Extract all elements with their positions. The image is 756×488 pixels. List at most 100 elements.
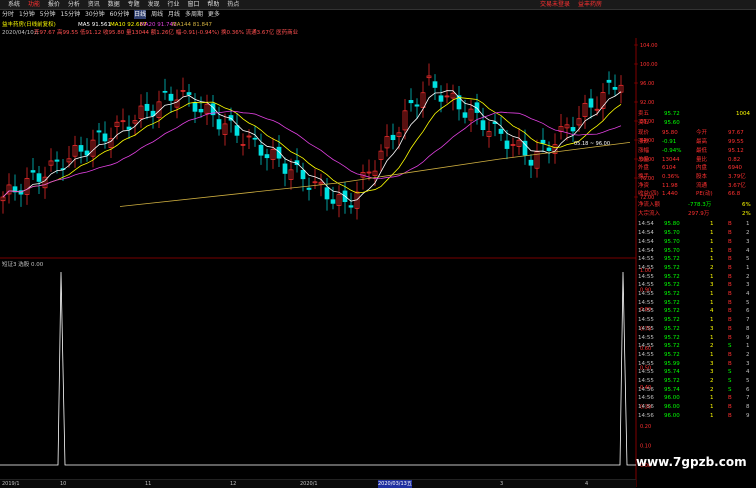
tick-trade-row: 14:56 96.00 1 B 7 (636, 394, 756, 402)
quote-cell: 95.72 (664, 334, 680, 341)
quote-cell: S (728, 369, 732, 376)
quote-cell: 收益(四) (638, 191, 659, 198)
quote-cell: B (728, 238, 732, 245)
quote-cell: 1 (710, 334, 714, 341)
quote-cell: 96.00 (664, 412, 680, 419)
quote-cell: 95.80 (662, 130, 678, 137)
quote-cell: 14:55 (638, 317, 654, 324)
quote-cell: 14:55 (638, 291, 654, 297)
candle-body (498, 128, 504, 134)
quote-cell: 1004 (736, 111, 750, 117)
candle-body (234, 125, 240, 136)
quote-cell: 4 (746, 247, 750, 254)
crosshair-label: 05.18 ~ 96.00 (574, 141, 610, 147)
quote-cell: 7 (746, 317, 750, 324)
tick-trade-row: 14:55 95.72 3 B 3 (636, 281, 756, 289)
candle-body (612, 86, 618, 90)
tick-trade-row: 14:55 95.74 3 S 4 (636, 368, 756, 376)
candle-body (162, 90, 168, 93)
tick-trade-row: 14:54 95.70 1 B 3 (636, 238, 756, 246)
quote-cell: 14:55 (638, 369, 654, 376)
quote-cell: 14:55 (638, 299, 654, 306)
quote-cell: 2% (742, 210, 751, 217)
quote-cell: B (728, 351, 732, 358)
quote-cell: 净流入额 (638, 202, 661, 208)
indicator-line (0, 271, 636, 466)
tick-trade-row: 14:55 95.72 4 B 6 (636, 307, 756, 315)
tick-trade-row: 14:55 95.99 3 B 3 (636, 360, 756, 368)
candle-body (102, 133, 108, 142)
quote-cell: 95.70 (664, 238, 680, 245)
quote-cell: 0.82 (728, 156, 741, 163)
quote-cell: 14:55 (638, 351, 654, 358)
quote-cell: B (728, 273, 732, 280)
quote-cell: 外盘 (638, 165, 650, 172)
capital-flow-row: 大宗流入 297.9万 2% (636, 210, 756, 218)
quote-cell: 96.00 (664, 404, 680, 411)
candle-body (330, 199, 336, 204)
price-tick-label: 92.00 (640, 100, 654, 106)
quote-cell: B (728, 325, 732, 332)
quote-cell: B (728, 404, 732, 411)
quote-cell: 95.70 (664, 247, 680, 254)
candle-body (414, 104, 420, 107)
quote-cell: 66.8 (728, 191, 741, 198)
quote-cell: S (728, 343, 732, 350)
quote-cell: 14:55 (638, 256, 654, 263)
quote-cell: 1 (710, 395, 714, 402)
candle-body (276, 146, 282, 159)
tick-trade-row: 14:56 96.00 1 B 9 (636, 412, 756, 420)
quote-cell: 1 (746, 221, 750, 228)
quote-cell: 1 (710, 291, 714, 297)
candle-body (252, 137, 258, 140)
candle-body (186, 92, 192, 95)
candle-body (144, 103, 150, 111)
quote-cell: 14:55 (638, 360, 654, 367)
quote-cell: 95.72 (664, 111, 680, 117)
tick-trade-row: 14:55 95.72 1 B 2 (636, 351, 756, 359)
quote-cell: 1 (746, 343, 750, 350)
quote-cell: 14:55 (638, 343, 654, 350)
tick-trade-row: 14:55 95.72 3 B 8 (636, 325, 756, 333)
candle-body (408, 100, 414, 104)
quote-cell: 1 (710, 351, 714, 358)
quote-stat-row: 现价 95.80 今开 97.67 (636, 129, 756, 137)
quote-cell: 11.98 (662, 182, 678, 189)
quote-cell: 9 (746, 412, 750, 419)
candle-body (546, 147, 552, 152)
candle-body (306, 187, 312, 190)
quote-cell: 2 (710, 343, 714, 350)
quote-cell: 大宗流入 (638, 210, 661, 217)
quote-cell: 8 (746, 325, 750, 332)
quote-cell: B (728, 282, 732, 289)
order-book-row: 买五 95.60 (636, 119, 756, 127)
candle-body (30, 170, 36, 173)
candle-body (168, 93, 174, 101)
indicator-title: 短证3 选股 0.00 (2, 260, 44, 268)
quote-cell: 2 (710, 386, 714, 393)
quote-cell: 95.72 (664, 317, 680, 324)
quote-cell: PE(动) (696, 191, 713, 198)
quote-cell: 13044 (662, 156, 680, 163)
candle-body (282, 163, 288, 174)
quote-cell: 1 (710, 273, 714, 280)
tick-trade-row: 14:56 95.74 2 S 6 (636, 386, 756, 394)
quote-stat-row: 净资 11.98 流通 3.67亿 (636, 182, 756, 190)
tick-trade-row: 14:55 95.72 1 B 5 (636, 255, 756, 263)
watermark-text: www.7gpzb.com (636, 455, 747, 469)
candle-body (198, 108, 204, 113)
ma144-label: MA144 81.847 (172, 22, 212, 28)
ohlc-info: 开97.67 高99.55 低91.12 收95.80 量13044 额1.26… (34, 28, 299, 36)
candle-body (264, 154, 270, 159)
quote-stat-row: 涨跌 -0.91 最高 99.55 (636, 138, 756, 146)
candle-body (324, 187, 330, 200)
quote-cell: 2 (710, 378, 714, 384)
quote-cell: 5 (746, 256, 750, 263)
tick-trade-row: 14:55 95.72 1 B 9 (636, 334, 756, 342)
candle-body (348, 205, 354, 208)
candle-body (258, 144, 264, 156)
quote-cell: 95.60 (664, 119, 680, 126)
quote-cell: 最低 (696, 147, 708, 154)
quote-cell: 9 (746, 334, 750, 341)
quote-cell: 97.67 (728, 130, 744, 137)
